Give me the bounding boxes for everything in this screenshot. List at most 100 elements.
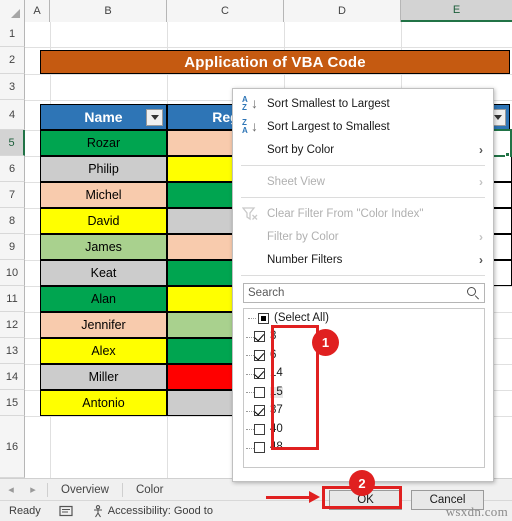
table-row[interactable]: Michel [40,182,167,208]
chevron-right-icon: › [479,174,483,189]
table-row[interactable]: Antonio [40,390,167,416]
prev-sheet-button[interactable]: ◂ [0,483,22,496]
search-input[interactable]: Search [243,283,485,303]
table-row[interactable]: Jennifer [40,312,167,338]
menu-divider [241,275,485,276]
column-header-d[interactable]: D [284,0,401,22]
row-header-8[interactable]: 8 [0,208,25,234]
cell-name: Keat [90,266,117,280]
page-title: Application of VBA Code [40,50,510,74]
checkbox-6[interactable] [254,349,265,361]
menu-divider [241,197,485,198]
row-header-14[interactable]: 14 [0,364,25,390]
checkbox-14[interactable] [254,368,265,380]
column-header-b[interactable]: B [50,0,167,22]
menu-item-sort-smallest-label: Sort Smallest to Largest [267,97,390,110]
table-row[interactable]: Rozar [40,130,167,156]
menu-item-clear-filter-label: Clear Filter From "Color Index" [267,207,424,220]
checkbox-3[interactable] [254,331,265,343]
menu-item-sheet-view-label: Sheet View [267,175,325,188]
sort-descending-icon: Z A ↓ [242,117,258,135]
row-header-7[interactable]: 7 [0,182,25,208]
row-header-1[interactable]: 1 [0,22,25,47]
annotation-marker-2: 2 [349,470,375,496]
menu-item-sort-largest-label: Sort Largest to Smallest [267,120,390,133]
checkbox-40[interactable] [254,423,265,435]
sheet-tab-color[interactable]: Color [126,484,173,496]
row-header-3[interactable]: 3 [0,74,25,100]
chevron-down-icon [150,115,159,120]
sort-ascending-icon: A Z ↓ [242,94,258,112]
menu-divider [241,165,485,166]
clear-filter-icon [241,206,258,221]
annotation-arrow-ok [266,491,320,504]
sheet-tab-overview[interactable]: Overview [51,484,119,496]
cell-name: Philip [88,162,119,176]
cell-name: James [85,240,122,254]
filter-button-name[interactable] [146,109,163,126]
menu-item-sheet-view[interactable]: Sheet View › [233,170,493,193]
column-header-row: A B C D E [0,0,512,22]
row-header-5[interactable]: 5 [0,130,25,156]
row-header-2[interactable]: 2 [0,47,25,74]
column-header-a[interactable]: A [25,0,50,22]
menu-item-sort-by-color-label: Sort by Color [267,143,335,156]
menu-item-sort-by-color[interactable]: Sort by Color › [233,138,493,161]
table-header-name-label: Name [84,109,123,125]
cell-name: David [87,214,120,228]
table-row[interactable]: Alan [40,286,167,312]
table-row[interactable]: Alex [40,338,167,364]
table-row[interactable]: Miller [40,364,167,390]
menu-item-number-filters[interactable]: Number Filters › [233,248,493,271]
table-row[interactable]: Philip [40,156,167,182]
cell-name: Antonio [82,396,125,410]
select-all-triangle-icon [11,9,20,18]
menu-item-clear-filter[interactable]: Clear Filter From "Color Index" [233,202,493,225]
search-placeholder: Search [248,287,285,299]
tab-divider [47,482,48,497]
display-settings-icon [59,505,73,516]
gridline [25,47,512,48]
cell-name: Jennifer [81,318,126,332]
row-header-12[interactable]: 12 [0,312,25,338]
menu-item-filter-by-color-label: Filter by Color [267,230,339,243]
table-row[interactable]: Keat [40,260,167,286]
menu-item-sort-smallest[interactable]: A Z ↓ Sort Smallest to Largest [233,92,493,115]
row-header-10[interactable]: 10 [0,260,25,286]
column-header-c[interactable]: C [167,0,284,22]
menu-item-number-filters-label: Number Filters [267,253,343,266]
next-sheet-button[interactable]: ▸ [22,483,44,496]
menu-item-filter-by-color[interactable]: Filter by Color › [233,225,493,248]
accessibility-icon-wrap[interactable] [50,505,83,518]
accessibility-icon [93,504,102,517]
menu-item-sort-largest[interactable]: Z A ↓ Sort Largest to Smallest [233,115,493,138]
row-header-6[interactable]: 6 [0,156,25,182]
status-accessibility[interactable]: Accessibility: Good to [83,504,222,518]
cell-name: Michel [85,188,122,202]
row-header-15[interactable]: 15 [0,390,25,416]
checkbox-37[interactable] [254,405,265,417]
checkbox-48[interactable] [254,442,265,454]
row-header-16[interactable]: 16 [0,416,25,478]
row-header-13[interactable]: 13 [0,338,25,364]
cell-name: Rozar [86,136,121,150]
row-header-4[interactable]: 4 [0,100,25,130]
chevron-right-icon: › [479,142,483,157]
select-all-corner[interactable] [0,0,25,22]
search-icon [467,286,480,300]
annotation-marker-1: 1 [312,329,339,356]
table-row[interactable]: James [40,234,167,260]
gridline [25,74,512,75]
row-header-9[interactable]: 9 [0,234,25,260]
fill-handle[interactable] [505,152,510,157]
excel-window: A B C D E 1 2 3 4 5 6 7 8 9 10 11 12 13 … [0,0,512,521]
column-header-e[interactable]: E [401,0,512,22]
status-ready: Ready [9,505,41,517]
checkbox-select-all[interactable] [258,312,269,324]
row-header-11[interactable]: 11 [0,286,25,312]
checkbox-15[interactable] [254,386,265,398]
chevron-right-icon: › [479,252,483,267]
chevron-right-icon: › [479,229,483,244]
table-row[interactable]: David [40,208,167,234]
tab-divider [121,482,123,497]
